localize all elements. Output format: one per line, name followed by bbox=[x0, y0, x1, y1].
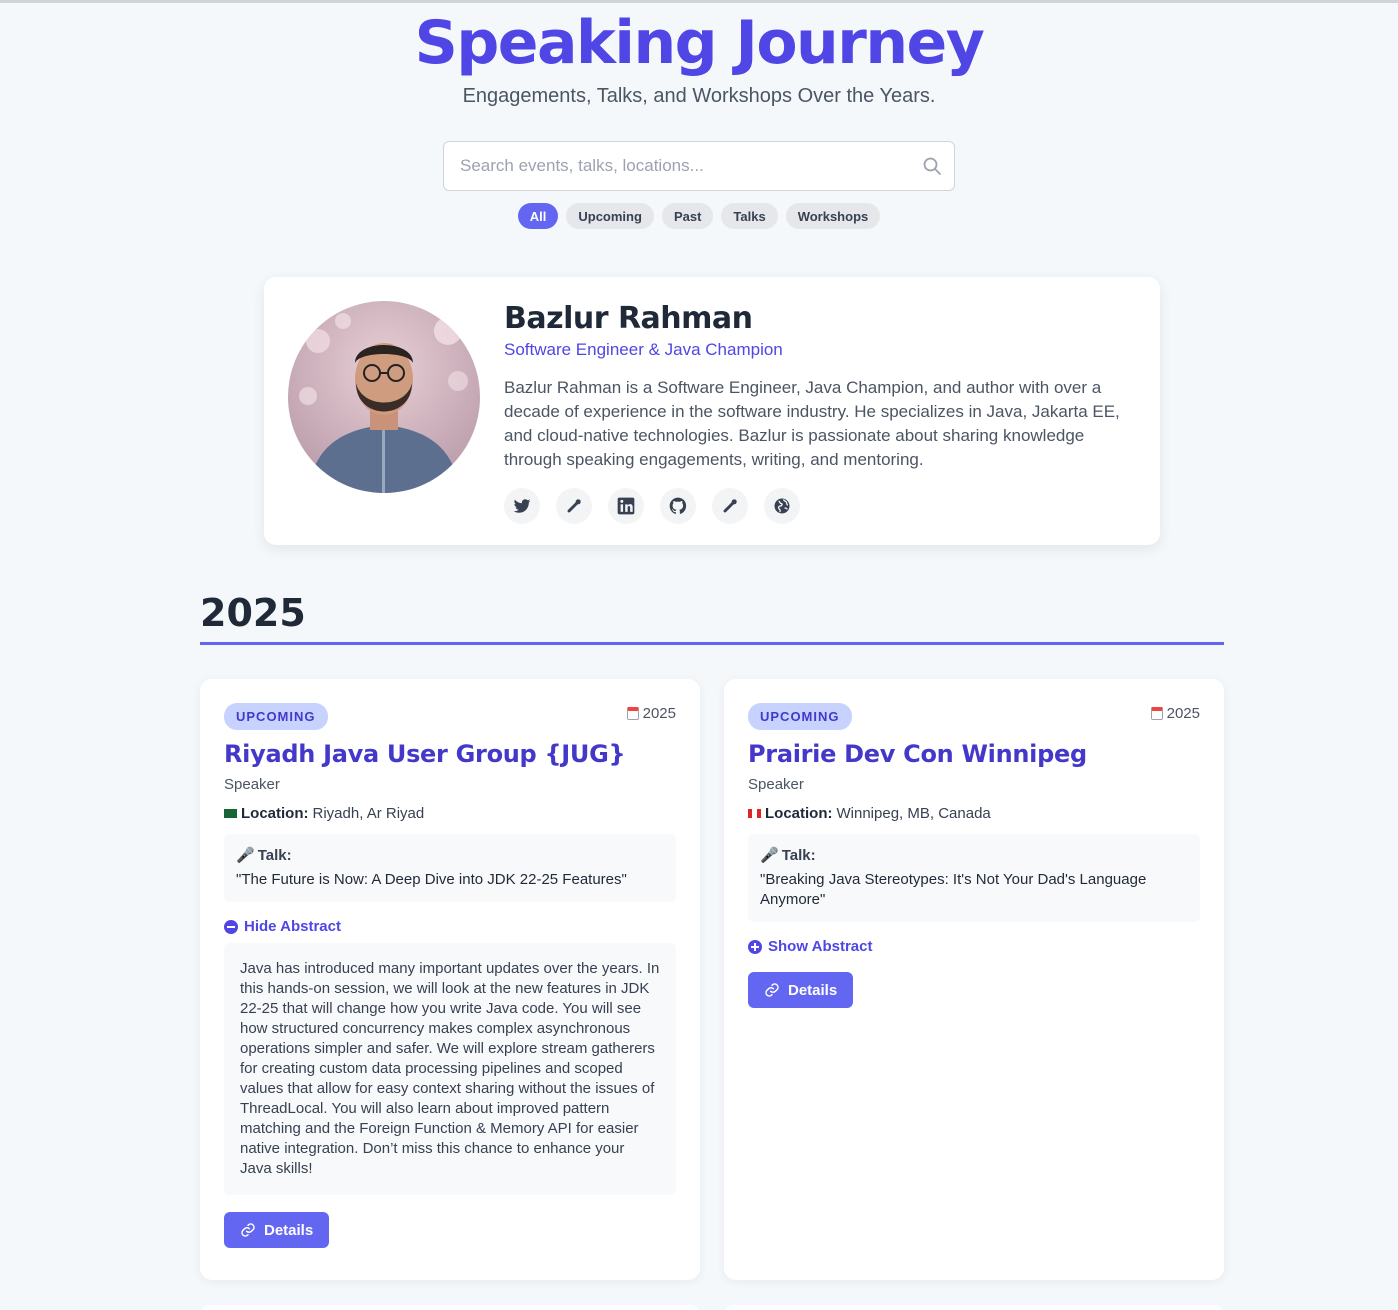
hide-abstract-toggle[interactable]: Hide Abstract bbox=[224, 918, 676, 935]
linkedin-link[interactable] bbox=[608, 488, 644, 524]
search-icon[interactable] bbox=[922, 156, 942, 176]
event-location: Location: Riyadh, Ar Riyad bbox=[224, 805, 676, 822]
link-1[interactable] bbox=[556, 488, 592, 524]
talk-abstract: Java has introduced many important updat… bbox=[224, 943, 676, 1195]
twitter-icon bbox=[513, 499, 531, 513]
saudi-flag-icon bbox=[224, 809, 237, 818]
linkedin-icon bbox=[617, 497, 635, 515]
status-badge: UPCOMING bbox=[748, 703, 852, 730]
calendar-icon bbox=[1150, 707, 1163, 720]
year-heading: 2025 bbox=[200, 591, 1224, 645]
toggle-label: Show Abstract bbox=[768, 938, 873, 955]
github-link[interactable] bbox=[660, 488, 696, 524]
filter-workshops[interactable]: Workshops bbox=[785, 203, 881, 229]
event-card: UPCOMING 2025 Riyadh Java User Group {JU… bbox=[200, 679, 700, 1280]
profile-info: Bazlur Rahman Software Engineer & Java C… bbox=[504, 301, 1128, 524]
event-date: 2025 bbox=[1150, 705, 1200, 722]
talk-box: 🎤 Talk: "The Future is Now: A Deep Dive … bbox=[224, 834, 676, 902]
link-icon bbox=[765, 983, 779, 997]
event-location: Location: Winnipeg, MB, Canada bbox=[748, 805, 1200, 822]
filter-bar: All Upcoming Past Talks Workshops bbox=[0, 203, 1398, 229]
next-event-card bbox=[724, 1305, 1224, 1310]
details-button[interactable]: Details bbox=[748, 972, 854, 1008]
event-date: 2025 bbox=[626, 705, 676, 722]
profile-card: Bazlur Rahman Software Engineer & Java C… bbox=[264, 277, 1160, 545]
event-date-text: 2025 bbox=[1166, 705, 1200, 722]
event-role: Speaker bbox=[224, 776, 280, 793]
link-icon bbox=[241, 1223, 255, 1237]
link-icon bbox=[723, 499, 737, 513]
talk-label: Talk: bbox=[257, 846, 292, 864]
details-label: Details bbox=[788, 981, 838, 999]
location-label: Location: bbox=[241, 805, 309, 822]
github-icon bbox=[669, 497, 687, 514]
talk-header: 🎤 Talk: bbox=[760, 846, 1188, 865]
filter-upcoming[interactable]: Upcoming bbox=[566, 203, 654, 229]
search-box bbox=[443, 141, 955, 191]
page-header: Speaking Journey Engagements, Talks, and… bbox=[0, 7, 1398, 229]
location-value: Riyadh, Ar Riyad bbox=[312, 805, 425, 822]
profile-name: Bazlur Rahman bbox=[504, 301, 753, 336]
filter-all[interactable]: All bbox=[517, 203, 559, 229]
location-value: Winnipeg, MB, Canada bbox=[836, 805, 991, 822]
link-2[interactable] bbox=[712, 488, 748, 524]
canada-flag-icon bbox=[748, 809, 761, 818]
event-role: Speaker bbox=[748, 776, 804, 793]
details-label: Details bbox=[264, 1221, 314, 1239]
globe-icon bbox=[774, 498, 790, 514]
show-abstract-toggle[interactable]: Show Abstract bbox=[748, 938, 1200, 955]
website-link[interactable] bbox=[764, 488, 800, 524]
event-title[interactable]: Prairie Dev Con Winnipeg bbox=[748, 740, 1200, 768]
talk-header: 🎤 Talk: bbox=[236, 846, 664, 865]
location-label: Location: bbox=[765, 805, 833, 822]
details-button[interactable]: Details bbox=[224, 1212, 330, 1248]
filter-talks[interactable]: Talks bbox=[721, 203, 778, 229]
event-card: UPCOMING 2025 Prairie Dev Con Winnipeg S… bbox=[724, 679, 1224, 1280]
toggle-label: Hide Abstract bbox=[244, 918, 341, 935]
calendar-icon bbox=[626, 707, 639, 720]
minus-circle-icon bbox=[224, 919, 238, 934]
next-event-card bbox=[200, 1305, 700, 1310]
social-links bbox=[504, 488, 1128, 524]
event-title[interactable]: Riyadh Java User Group {JUG} bbox=[224, 740, 676, 768]
twitter-link[interactable] bbox=[504, 488, 540, 524]
link-icon bbox=[567, 499, 581, 513]
event-date-text: 2025 bbox=[642, 705, 676, 722]
talk-label: Talk: bbox=[781, 846, 816, 864]
microphone-icon: 🎤 bbox=[236, 847, 255, 864]
avatar bbox=[288, 301, 480, 493]
profile-bio: Bazlur Rahman is a Software Engineer, Ja… bbox=[504, 378, 1120, 469]
filter-past[interactable]: Past bbox=[661, 203, 714, 229]
page-subtitle: Engagements, Talks, and Workshops Over t… bbox=[462, 85, 936, 107]
page-title: Speaking Journey bbox=[414, 8, 985, 78]
talk-box: 🎤 Talk: "Breaking Java Stereotypes: It's… bbox=[748, 834, 1200, 922]
talk-title: "The Future is Now: A Deep Dive into JDK… bbox=[236, 871, 627, 888]
microphone-icon: 🎤 bbox=[760, 847, 779, 864]
talk-title: "Breaking Java Stereotypes: It's Not You… bbox=[760, 871, 1147, 908]
status-badge: UPCOMING bbox=[224, 703, 328, 730]
search-input[interactable] bbox=[444, 142, 954, 190]
plus-circle-icon bbox=[748, 939, 762, 954]
profile-role: Software Engineer & Java Champion bbox=[504, 340, 783, 359]
year-label: 2025 bbox=[200, 591, 306, 635]
